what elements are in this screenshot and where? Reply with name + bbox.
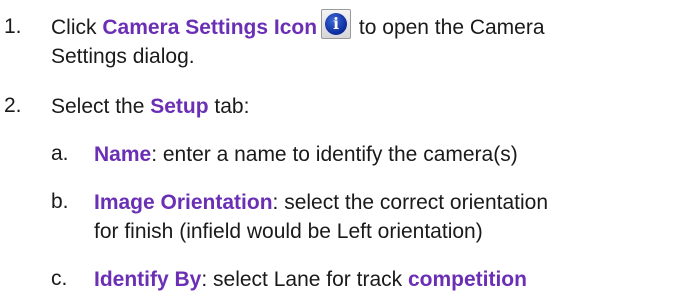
substep-text: : enter a name to identify the camera(s) [151, 143, 518, 166]
keyword-camera-settings-icon: Camera Settings Icon [102, 16, 318, 39]
substep-b-line: Image Orientation: select the correct or… [94, 190, 548, 216]
step-text: Click [51, 16, 103, 39]
step-2-line: Select the Setup tab: [51, 94, 249, 120]
keyword-name: Name [94, 143, 152, 166]
step-number: 2. [4, 94, 22, 117]
info-icon: i [321, 9, 352, 40]
step-text: tab: [208, 95, 250, 118]
keyword-image-orientation: Image Orientation [94, 191, 273, 214]
substep-letter: b. [51, 190, 69, 213]
keyword-competition: competition [407, 268, 527, 291]
substep-b-continuation: for finish (infield would be Left orient… [94, 220, 483, 243]
substep-letter: c. [51, 267, 68, 290]
substep-a-line: Name: enter a name to identify the camer… [94, 142, 518, 168]
substep-text: : select Lane for track [201, 268, 408, 291]
step-text: to open the Camera [353, 16, 545, 39]
substep-letter: a. [51, 142, 69, 165]
keyword-setup: Setup [150, 95, 209, 118]
step-number: 1. [4, 15, 22, 38]
step-1-line: Click Camera Settings Icon i to open the … [51, 9, 545, 41]
keyword-identify-by: Identify By [94, 268, 202, 291]
substep-c-line: Identify By: select Lane for track compe… [94, 267, 527, 293]
substep-text: : select the correct orientation [272, 191, 549, 214]
step-text: Select the [51, 95, 151, 118]
step-1-continuation: Settings dialog. [51, 45, 195, 68]
